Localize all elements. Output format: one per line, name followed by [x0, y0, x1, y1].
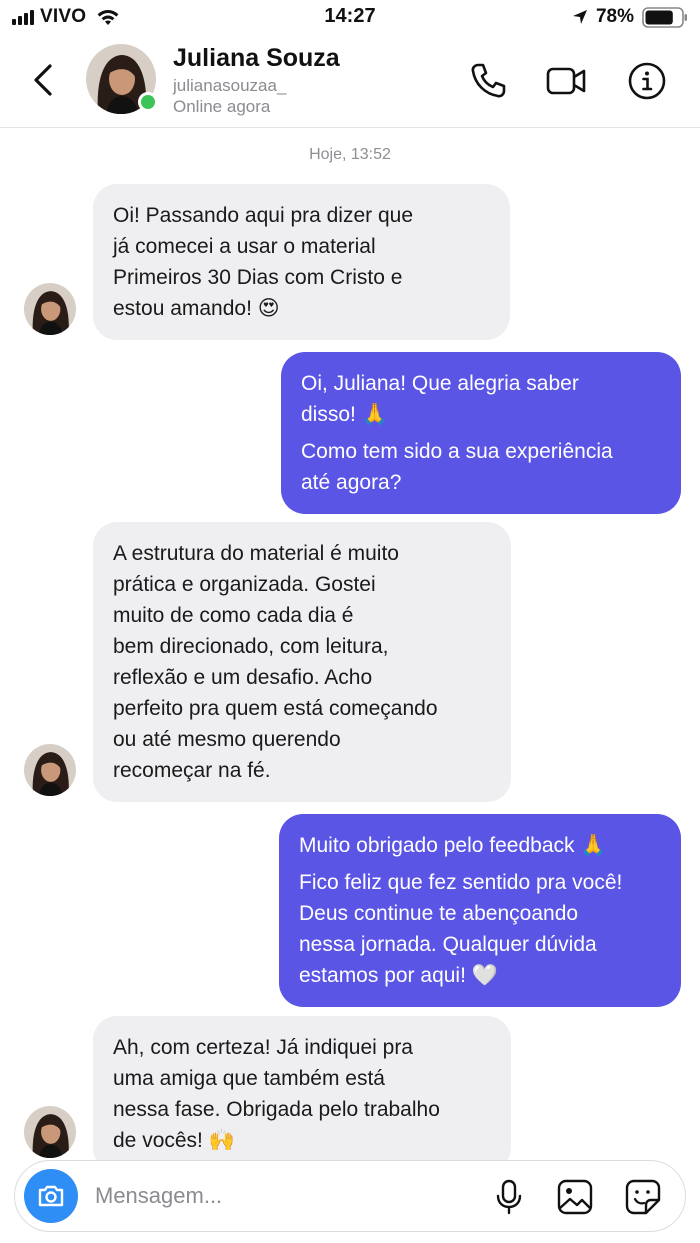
- date-separator: Hoje, 13:52: [309, 146, 391, 163]
- message-line: nessa jornada. Qualquer dúvida: [299, 933, 597, 956]
- profile-photo-icon: [24, 744, 76, 796]
- sender-avatar[interactable]: [24, 1106, 76, 1158]
- message-paragraph: Ah, com certeza! Já indiquei pra uma amig…: [113, 1032, 491, 1156]
- message-line: Ah, com certeza! Já indiquei pra: [113, 1036, 413, 1059]
- message-line: Fico feliz que fez sentido pra você!: [299, 871, 623, 894]
- contact-info[interactable]: Juliana Souza julianasouzaa_ Online agor…: [173, 44, 340, 117]
- info-icon[interactable]: [626, 60, 668, 102]
- message-bubble-outgoing[interactable]: Muito obrigado pelo feedback 🙏 Fico feliz…: [279, 814, 681, 1007]
- battery-percent: 78%: [595, 6, 634, 27]
- message-paragraph: Fico feliz que fez sentido pra você! Deus…: [299, 867, 661, 991]
- message-input[interactable]: [95, 1175, 475, 1217]
- profile-photo-icon: [24, 283, 76, 335]
- chat-header: Juliana Souza julianasouzaa_ Online agor…: [0, 34, 700, 128]
- contact-status: Online agora: [173, 97, 271, 116]
- sender-avatar[interactable]: [24, 744, 76, 796]
- message-line: até agora?: [301, 471, 402, 494]
- message-line: recomeçar na fé.: [113, 759, 271, 782]
- microphone-icon[interactable]: [490, 1178, 528, 1216]
- camera-button[interactable]: [24, 1169, 78, 1223]
- profile-photo-icon: [24, 1106, 76, 1158]
- contact-handle: julianasouzaa_: [173, 76, 287, 95]
- message-line: Oi! Passando aqui pra dizer que: [113, 204, 414, 227]
- message-paragraph: A estrutura do material é muito prática e…: [113, 538, 491, 786]
- status-bar: VIVO 14:27 78%: [0, 0, 700, 34]
- message-line: Primeiros 30 Dias com Cristo e: [113, 266, 403, 289]
- gallery-icon[interactable]: [556, 1178, 594, 1216]
- battery-icon: [642, 6, 687, 28]
- message-line: nessa fase. Obrigada pelo trabalho: [113, 1098, 440, 1121]
- message-paragraph: Muito obrigado pelo feedback 🙏: [299, 830, 661, 861]
- message-line: estou amando! 😍: [113, 297, 280, 320]
- message-line: de vocês! 🙌: [113, 1129, 235, 1152]
- camera-icon: [38, 1185, 64, 1207]
- message-line: A estrutura do material é muito: [113, 542, 399, 565]
- online-indicator: [138, 92, 158, 112]
- contact-avatar[interactable]: [86, 44, 158, 114]
- message-line: estamos por aqui! 🤍: [299, 964, 498, 987]
- message-line: bem direcionado, com leitura,: [113, 635, 389, 658]
- message-bubble-incoming[interactable]: Ah, com certeza! Já indiquei pra uma amig…: [93, 1016, 511, 1172]
- message-line: perfeito pra quem está começando: [113, 697, 438, 720]
- location-arrow-icon: [572, 10, 587, 24]
- message-bubble-outgoing[interactable]: Oi, Juliana! Que alegria saber disso! 🙏 Co…: [281, 352, 681, 514]
- message-line: Deus continue te abençoando: [299, 902, 579, 925]
- back-chevron-icon[interactable]: [28, 60, 58, 100]
- message-paragraph: Como tem sido a sua experiência até agora…: [301, 436, 661, 498]
- message-paragraph: Oi! Passando aqui pra dizer que já comece…: [113, 200, 490, 324]
- sender-avatar[interactable]: [24, 283, 76, 335]
- message-line: prática e organizada. Gostei: [113, 573, 376, 596]
- message-line: Muito obrigado pelo feedback 🙏: [299, 834, 607, 857]
- message-line: Como tem sido a sua experiência: [301, 440, 613, 463]
- message-line: reflexão e um desafio. Acho: [113, 666, 373, 689]
- sticker-icon[interactable]: [624, 1178, 662, 1216]
- message-bubble-incoming[interactable]: A estrutura do material é muito prática e…: [93, 522, 511, 802]
- message-paragraph: Oi, Juliana! Que alegria saber disso! 🙏: [301, 368, 661, 430]
- contact-name: Juliana Souza: [173, 44, 340, 72]
- message-bubble-incoming[interactable]: Oi! Passando aqui pra dizer que já comece…: [93, 184, 510, 340]
- message-line: já comecei a usar o material: [113, 235, 376, 258]
- message-line: ou até mesmo querendo: [113, 728, 341, 751]
- phone-icon[interactable]: [467, 60, 509, 102]
- message-line: disso! 🙏: [301, 403, 388, 426]
- message-line: muito de como cada dia é: [113, 604, 354, 627]
- message-line: Oi, Juliana! Que alegria saber: [301, 372, 579, 395]
- message-composer: [14, 1160, 686, 1232]
- message-line: uma amiga que também está: [113, 1067, 385, 1090]
- video-camera-icon[interactable]: [545, 60, 587, 102]
